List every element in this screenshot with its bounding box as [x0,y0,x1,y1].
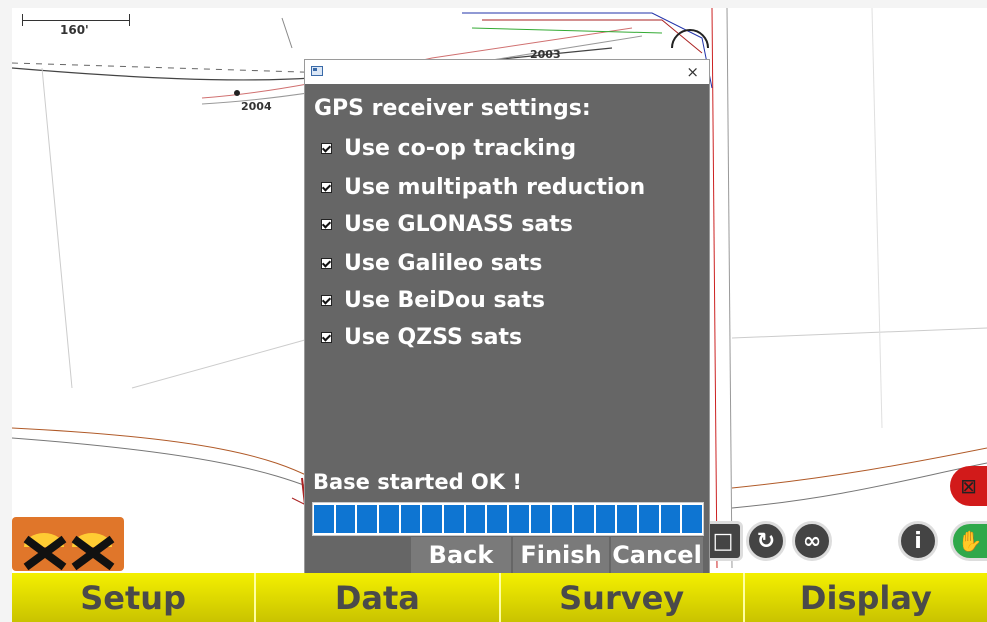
infinity-icon: ∞ [802,528,822,554]
gps-status-icon [23,533,115,571]
option-qzss[interactable]: Use QZSS sats [321,322,522,352]
option-label: Use co-op tracking [344,135,577,161]
back-button[interactable]: Back [411,537,511,573]
progress-segment [400,505,421,533]
progress-segment [595,505,616,533]
checkbox-glonass[interactable] [321,218,332,230]
option-multipath-reduction[interactable]: Use multipath reduction [321,172,645,202]
gps-settings-dialog: × GPS receiver settings: Use co-op track… [304,59,710,575]
progress-segment [574,505,594,533]
progress-segment [617,505,638,533]
cancel-button[interactable]: Cancel [611,537,703,573]
progress-segment [487,505,508,533]
tab-data[interactable]: Data [256,573,501,622]
checkbox-multipath-reduction[interactable] [321,181,332,193]
rotate-button[interactable]: ↻ [746,521,786,561]
window-icon [311,66,323,76]
checkbox-galileo[interactable] [321,257,332,269]
tab-display[interactable]: Display [745,573,987,622]
infinity-button[interactable]: ∞ [792,521,832,561]
info-icon: i [914,528,922,554]
checkbox-coop-tracking[interactable] [321,142,332,154]
progress-segment [530,505,551,533]
bottom-tab-bar: Setup Data Survey Display [12,573,987,622]
map-label-2004: 2004 [241,100,272,113]
status-message: Base started OK ! [313,470,522,494]
progress-segment [357,505,378,533]
progress-segment [465,505,486,533]
progress-segment [682,505,703,533]
dialog-heading: GPS receiver settings: [314,96,591,121]
tab-survey[interactable]: Survey [501,573,745,622]
info-button[interactable]: i [898,521,938,561]
progress-segment [379,505,399,533]
option-label: Use BeiDou sats [344,287,546,313]
progress-segment [335,505,356,533]
map-scale-bar: 160' [22,14,132,40]
stop-icon: □ [712,528,734,554]
pan-hand-button[interactable]: ✋ [950,521,987,561]
hand-icon: ✋ [957,529,983,553]
rotate-icon: ↻ [756,528,776,554]
option-glonass[interactable]: Use GLONASS sats [321,209,573,239]
map-scale-label: 160' [60,23,89,37]
progress-bar [312,502,704,536]
progress-segment [660,505,681,533]
progress-segment [444,505,464,533]
progress-segment [639,505,659,533]
close-icon[interactable]: × [686,63,699,81]
option-coop-tracking[interactable]: Use co-op tracking [321,133,576,163]
progress-segment [422,505,443,533]
progress-segment [509,505,529,533]
tab-setup[interactable]: Setup [12,573,257,622]
progress-segment [314,505,334,533]
disconnect-button[interactable]: ⊠ [950,466,987,506]
option-label: Use GLONASS sats [344,211,573,237]
option-beidou[interactable]: Use BeiDou sats [321,285,545,315]
dialog-title-bar: × [305,60,709,84]
finish-button[interactable]: Finish [513,537,609,573]
disconnect-icon: ⊠ [960,474,977,498]
gps-status-badge[interactable] [12,517,124,571]
option-label: Use Galileo sats [344,250,543,276]
progress-segment [552,505,573,533]
checkbox-beidou[interactable] [321,294,332,306]
option-galileo[interactable]: Use Galileo sats [321,248,542,278]
checkbox-qzss[interactable] [321,331,332,343]
option-label: Use QZSS sats [344,324,523,350]
option-label: Use multipath reduction [344,174,646,200]
